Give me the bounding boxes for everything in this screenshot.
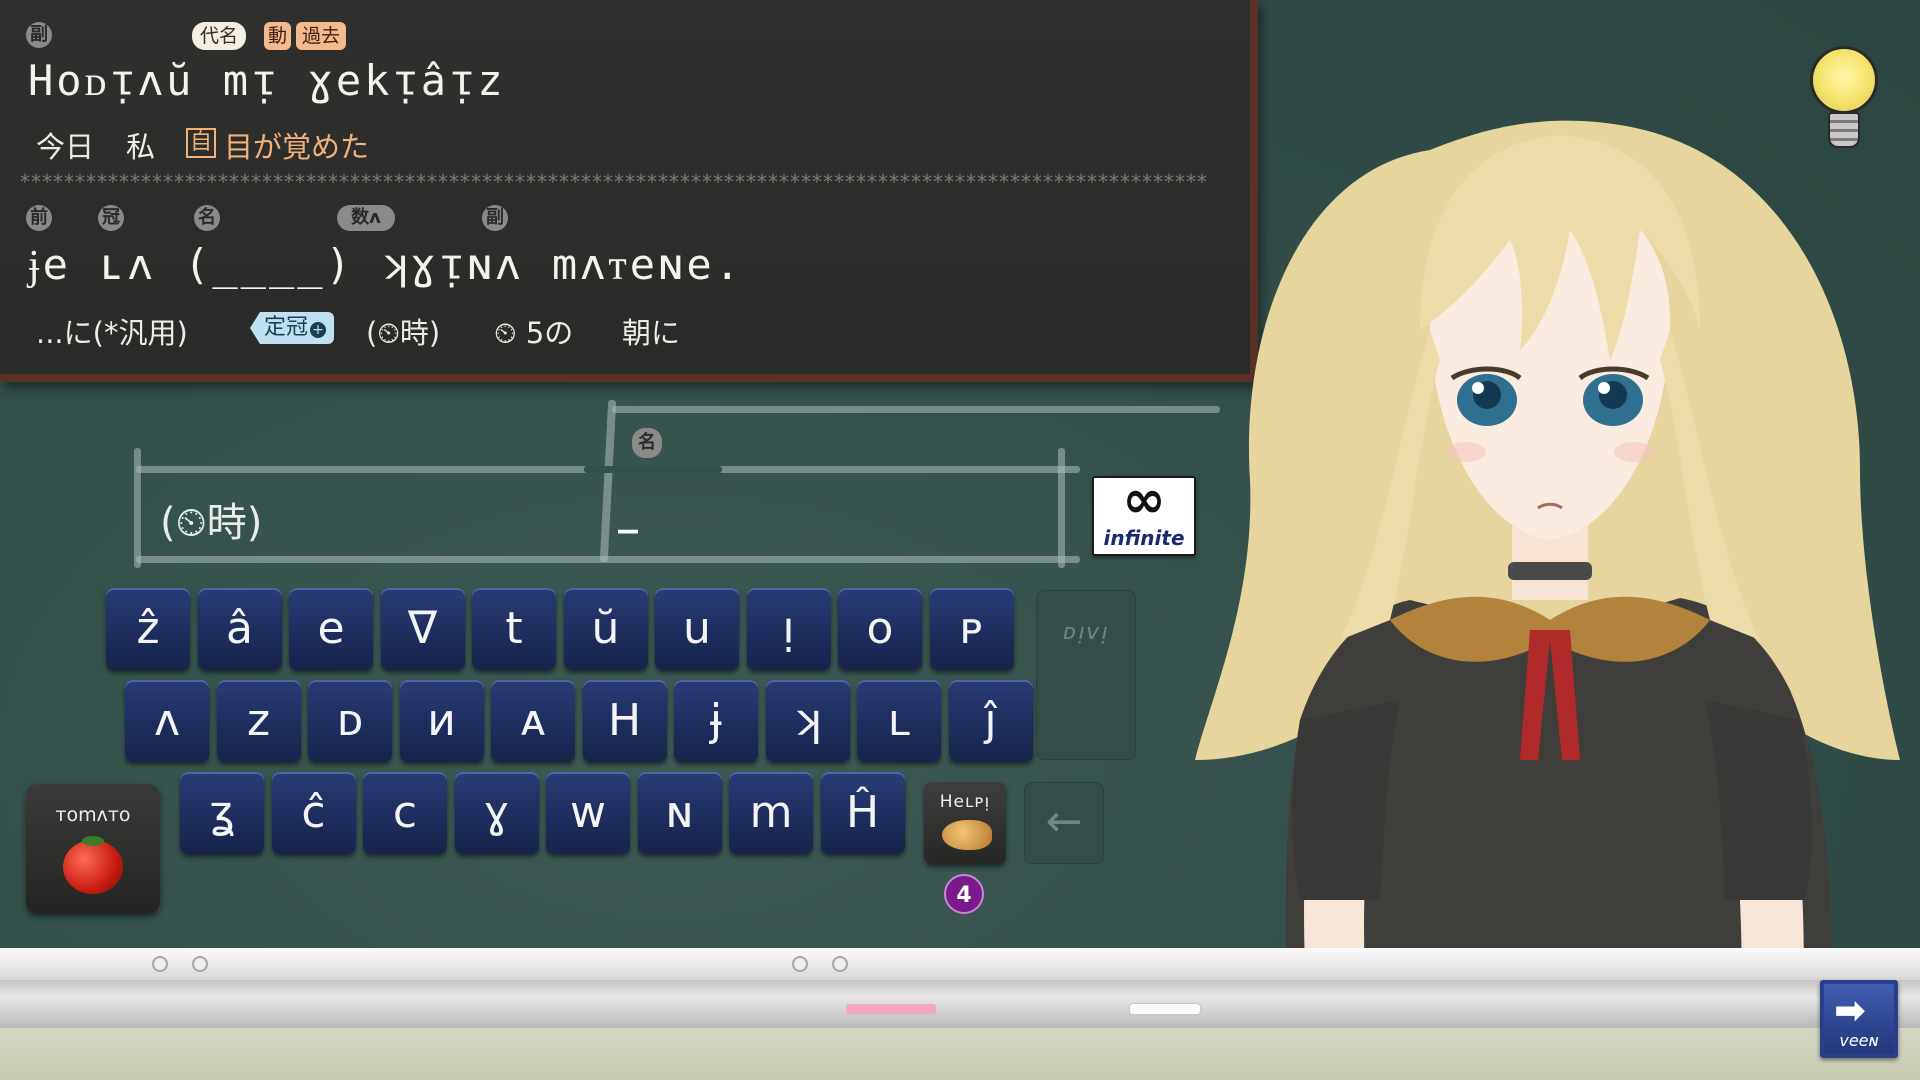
pink-chalk (846, 1004, 936, 1014)
chalk-tray (0, 948, 1920, 1080)
exit-arrow-icon: ➡ (1834, 988, 1866, 1032)
exit-label: veeɴ (1839, 1031, 1879, 1050)
white-chalk (1130, 1004, 1200, 1014)
exit-button[interactable]: ➡ veeɴ (1820, 980, 1898, 1058)
lightbulb-icon[interactable] (1806, 46, 1882, 156)
